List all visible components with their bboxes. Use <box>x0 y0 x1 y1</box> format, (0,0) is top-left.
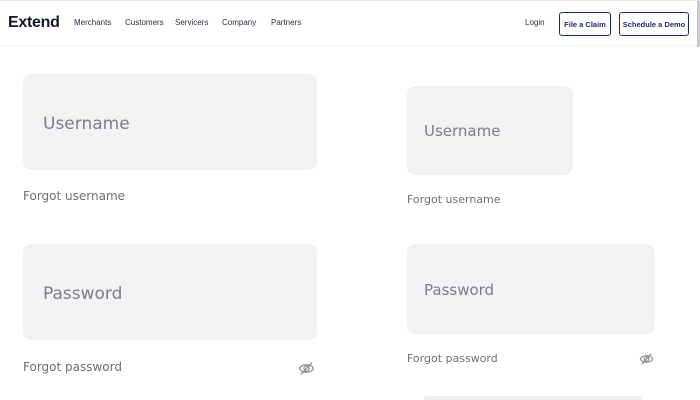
forgot-password-link[interactable]: Forgot password <box>407 352 498 365</box>
password-placeholder: Password <box>43 284 123 304</box>
brand-logo[interactable]: Extend <box>8 14 60 32</box>
forgot-username-link[interactable]: Forgot username <box>23 189 125 203</box>
username-placeholder: Username <box>43 114 130 134</box>
page: Extend Merchants Customers Servicers Com… <box>0 0 700 400</box>
nav-link-company[interactable]: Company <box>222 18 256 27</box>
schedule-demo-button[interactable]: Schedule a Demo <box>619 12 689 36</box>
password-field[interactable]: Password <box>407 244 655 334</box>
forgot-password-link[interactable]: Forgot password <box>23 360 122 374</box>
nav-link-merchants[interactable]: Merchants <box>74 18 111 27</box>
username-field[interactable]: Username <box>23 74 317 170</box>
top-navigation-bar: Extend Merchants Customers Servicers Com… <box>0 0 700 47</box>
cutoff-field-edge <box>424 396 642 400</box>
file-a-claim-button[interactable]: File a Claim <box>559 12 611 36</box>
nav-link-partners[interactable]: Partners <box>271 18 301 27</box>
username-placeholder: Username <box>424 122 501 140</box>
eye-slash-icon[interactable] <box>639 352 654 366</box>
password-placeholder: Password <box>424 281 495 299</box>
username-field[interactable]: Username <box>407 86 573 175</box>
eye-slash-icon[interactable] <box>298 361 315 376</box>
forgot-username-link[interactable]: Forgot username <box>407 193 501 206</box>
nav-link-customers[interactable]: Customers <box>125 18 164 27</box>
password-field[interactable]: Password <box>23 244 317 340</box>
nav-link-servicers[interactable]: Servicers <box>175 18 208 27</box>
login-link[interactable]: Login <box>525 18 545 27</box>
